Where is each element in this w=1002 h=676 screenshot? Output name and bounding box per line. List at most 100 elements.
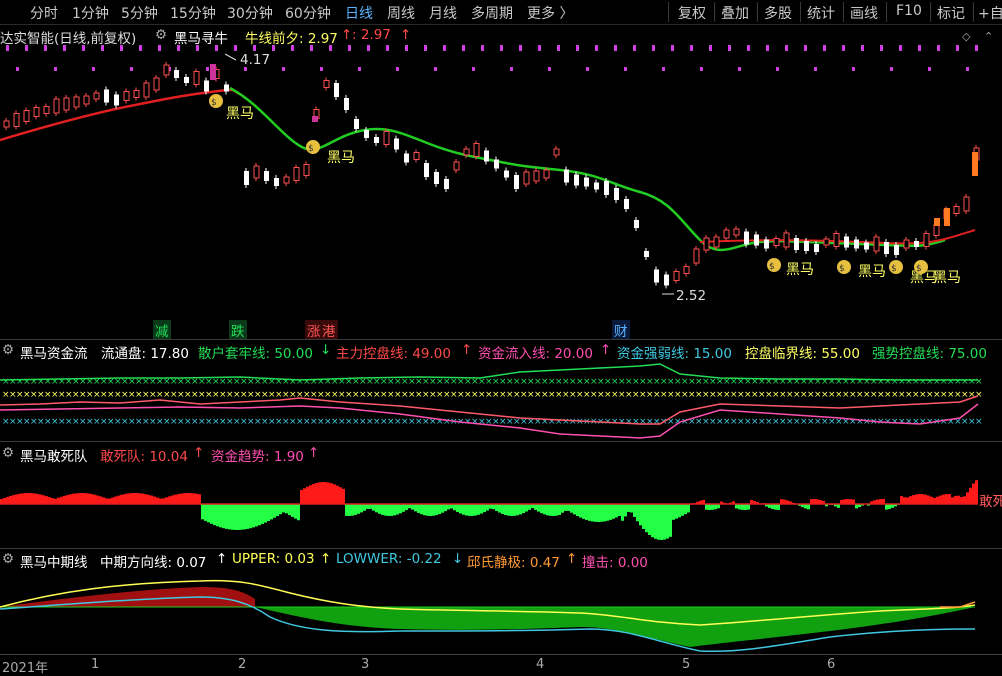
- fund-trend-value: 资金趋势: 1.90: [211, 445, 304, 465]
- dare-squad-bar: [186, 493, 189, 504]
- dare-squad-bar: [681, 504, 684, 516]
- dare-squad-bar: [648, 504, 651, 535]
- overlay-button[interactable]: 叠加: [721, 3, 749, 23]
- svg-text:$: $: [916, 264, 922, 274]
- restore-rights-button[interactable]: 复权: [678, 3, 706, 23]
- dare-squad-bar: [555, 504, 558, 516]
- fund-flow-chart[interactable]: ××××××××××××××××××××××××××××××××××××××××…: [0, 360, 1002, 440]
- candle-body: [614, 188, 619, 200]
- panel3-title[interactable]: 黑马敢死队: [20, 445, 88, 465]
- event-tag-finance[interactable]: 财: [612, 320, 630, 340]
- dare-squad-bar: [84, 493, 87, 504]
- signal-dot: [700, 67, 703, 71]
- f10-button[interactable]: F10: [896, 3, 922, 19]
- event-tag-hk[interactable]: 港: [320, 320, 338, 340]
- tab-multi-period[interactable]: 多周期: [471, 3, 513, 23]
- dare-squad-bar: [672, 504, 675, 520]
- tab-daily[interactable]: 日线: [345, 3, 373, 23]
- dare-squad-bar: [567, 504, 570, 511]
- dare-squad-bar: [321, 482, 324, 504]
- candle-body: [24, 111, 29, 122]
- dare-squad-bar: [252, 504, 255, 527]
- diamond-icon[interactable]: ◇: [962, 30, 970, 43]
- tab-15min[interactable]: 15分钟: [170, 3, 216, 23]
- signal-dot: [310, 45, 313, 51]
- dare-squad-bar: [969, 488, 972, 504]
- mark-button[interactable]: 标记: [937, 3, 965, 23]
- toolbar-divider: [714, 2, 715, 22]
- signal-dot: [614, 45, 617, 51]
- mid-term-chart[interactable]: [0, 569, 1002, 654]
- dare-squad-bar: [108, 499, 111, 504]
- event-tag-reduce[interactable]: 减: [153, 320, 171, 340]
- candle-body: [204, 81, 209, 92]
- multi-stock-button[interactable]: 多股: [764, 3, 792, 23]
- dare-squad-bar: [972, 483, 975, 504]
- tab-more[interactable]: 更多 〉: [527, 3, 573, 23]
- dare-squad-bar: [471, 504, 474, 516]
- candle-body: [914, 241, 919, 247]
- dare-squad-bar: [45, 496, 48, 504]
- signal-dot: [500, 45, 503, 51]
- dare-squad-bar: [510, 504, 513, 516]
- candle-body: [634, 220, 639, 228]
- dare-squad-bar: [915, 494, 918, 504]
- candle-body: [194, 72, 199, 85]
- signal-dot: [852, 67, 855, 71]
- settings-gear-icon[interactable]: ⚙: [2, 342, 14, 358]
- signal-dot: [329, 45, 332, 51]
- dare-squad-bar: [741, 504, 744, 510]
- x-axis-month: 4: [536, 657, 544, 672]
- collapse-icon[interactable]: ⌃: [984, 30, 993, 43]
- dare-squad-bar: [939, 496, 942, 504]
- dare-squad-bar: [3, 498, 6, 504]
- panel4-title[interactable]: 黑马中期线: [20, 551, 88, 571]
- dare-squad-bar: [270, 504, 273, 519]
- signal-dot: [215, 45, 218, 51]
- signal-dot: [633, 45, 636, 51]
- price-chart[interactable]: 4.17 2.52 $ 黑马 $ 黑马 $ 黑马 $ 黑马 $ 黑马 $ 黑马: [0, 44, 1002, 339]
- event-tag-fall[interactable]: 跌: [229, 320, 247, 340]
- candle-body: [134, 91, 139, 98]
- candle-body: [84, 96, 89, 104]
- settings-gear-icon[interactable]: ⚙: [155, 27, 167, 43]
- retail-trap-value: 散户套牢线: 50.00: [198, 342, 313, 362]
- dare-squad-bar: [93, 495, 96, 504]
- candle-body: [944, 208, 950, 226]
- dare-squad-bar: [372, 504, 375, 511]
- tab-5min[interactable]: 5分钟: [121, 3, 158, 23]
- dare-squad-chart[interactable]: 敢死: [0, 464, 1002, 549]
- dare-squad-bar: [714, 504, 717, 509]
- panel2-title[interactable]: 黑马资金流: [20, 342, 88, 362]
- signal-dot: [6, 45, 9, 51]
- settings-gear-icon[interactable]: ⚙: [2, 551, 14, 567]
- statistics-button[interactable]: 统计: [807, 3, 835, 23]
- dare-squad-bar: [564, 504, 567, 511]
- dare-squad-bar: [948, 494, 951, 504]
- add-custom-button[interactable]: +自: [978, 3, 1002, 23]
- signal-dot: [823, 45, 826, 51]
- signal-dot: [966, 67, 969, 71]
- settings-gear-icon[interactable]: ⚙: [2, 445, 14, 461]
- dare-squad-bar: [459, 504, 462, 513]
- dare-squad-bar: [537, 504, 540, 512]
- signal-dot: [253, 45, 256, 51]
- up-arrow-icon: ↑: [461, 342, 472, 358]
- candle-body: [804, 241, 809, 251]
- dare-squad-bar: [231, 504, 234, 530]
- dare-squad-value: 敢死队: 10.04: [100, 445, 188, 465]
- candle-body: [524, 172, 529, 184]
- draw-line-button[interactable]: 画线: [850, 3, 878, 23]
- tab-60min[interactable]: 60分钟: [285, 3, 331, 23]
- candle-body: [210, 64, 216, 80]
- candle-body: [694, 249, 699, 263]
- tab-monthly[interactable]: 月线: [429, 3, 457, 23]
- candle-body: [894, 245, 899, 255]
- tab-weekly[interactable]: 周线: [387, 3, 415, 23]
- heima-label: 黑马: [327, 150, 355, 166]
- candle-body: [624, 199, 629, 209]
- tab-minute[interactable]: 分时: [30, 3, 58, 23]
- dare-squad-bar: [639, 504, 642, 525]
- tab-30min[interactable]: 30分钟: [227, 3, 273, 23]
- tab-1min[interactable]: 1分钟: [72, 3, 109, 23]
